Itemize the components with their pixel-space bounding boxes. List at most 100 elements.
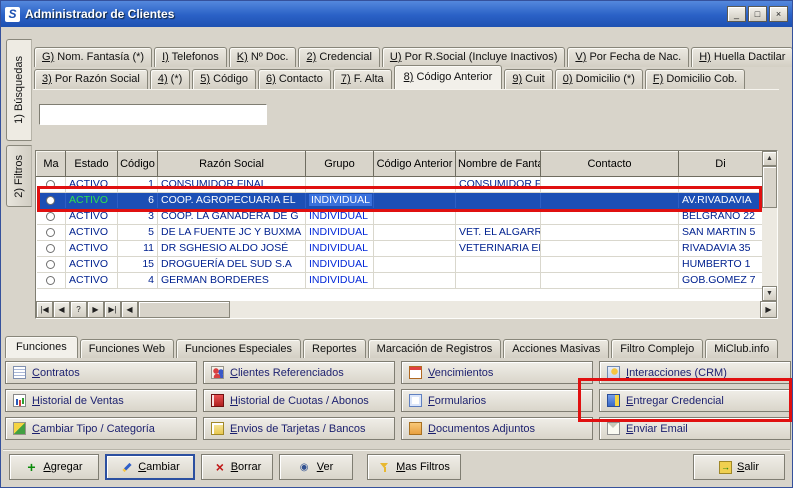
grupo-value: INDIVIDUAL bbox=[309, 194, 372, 206]
row-radio[interactable] bbox=[46, 196, 55, 205]
function-button[interactable]: Historial de Cuotas / Abonos bbox=[203, 389, 395, 412]
horizontal-scroll-thumb[interactable] bbox=[138, 301, 230, 318]
function-tab[interactable]: Funciones Especiales bbox=[176, 339, 301, 358]
sidebar-tab[interactable]: 2) Filtros bbox=[6, 145, 32, 207]
window-title: Administrador de Clientes bbox=[25, 7, 725, 21]
search-tab[interactable]: 7) F. Alta bbox=[333, 69, 392, 89]
vertical-scroll-track[interactable] bbox=[762, 208, 777, 286]
function-tab[interactable]: Marcación de Registros bbox=[368, 339, 502, 358]
function-tab[interactable]: Funciones bbox=[5, 336, 78, 358]
function-tab[interactable]: Funciones Web bbox=[80, 339, 174, 358]
action-button[interactable]: Agregar bbox=[9, 454, 99, 480]
function-tab[interactable]: Reportes bbox=[303, 339, 366, 358]
grupo-value: INDIVIDUAL bbox=[309, 258, 368, 270]
search-tab[interactable]: 3) Por Razón Social bbox=[34, 69, 148, 89]
action-button[interactable]: Cambiar bbox=[105, 454, 195, 480]
minimize-button[interactable]: _ bbox=[727, 6, 746, 22]
cell-codigo: 11 bbox=[118, 241, 158, 257]
column-header[interactable]: Código bbox=[118, 152, 158, 177]
cell-estado: ACTIVO bbox=[66, 177, 118, 193]
row-radio[interactable] bbox=[46, 260, 55, 269]
navigator-button[interactable]: ◀ bbox=[53, 301, 70, 318]
search-tab[interactable]: K) Nº Doc. bbox=[229, 47, 297, 67]
table-row[interactable]: ACTIVO 3 COOP. LA GANADERA DE G INDIVIDU… bbox=[37, 209, 763, 225]
action-button[interactable]: Salir bbox=[693, 454, 785, 480]
column-header[interactable]: Ma bbox=[37, 152, 66, 177]
function-button[interactable]: Vencimientos bbox=[401, 361, 593, 384]
column-header[interactable]: Estado bbox=[66, 152, 118, 177]
action-button[interactable]: Borrar bbox=[201, 454, 273, 480]
scroll-right-icon[interactable]: ▶ bbox=[760, 301, 777, 318]
cell-razon-social: DE LA FUENTE JC Y BUXMA bbox=[158, 225, 306, 241]
search-tab[interactable]: I) Telefonos bbox=[154, 47, 227, 67]
function-button-label: Documentos Adjuntos bbox=[428, 423, 535, 435]
row-radio[interactable] bbox=[46, 244, 55, 253]
horizontal-scrollbar[interactable]: ◀ ▶ bbox=[121, 301, 777, 318]
search-tab[interactable]: 9) Cuit bbox=[504, 69, 552, 89]
function-button-label: Vencimientos bbox=[428, 367, 493, 379]
scroll-up-icon[interactable]: ▲ bbox=[762, 151, 777, 166]
sidebar-tab[interactable]: 1) Búsquedas bbox=[6, 39, 32, 141]
search-tab[interactable]: G) Nom. Fantasía (*) bbox=[34, 47, 152, 67]
separator-line bbox=[3, 449, 790, 451]
function-tab[interactable]: Acciones Masivas bbox=[503, 339, 609, 358]
navigator-button[interactable]: ▶| bbox=[104, 301, 121, 318]
column-header[interactable]: Grupo bbox=[306, 152, 374, 177]
search-tab[interactable]: 0) Domicilio (*) bbox=[555, 69, 643, 89]
navigator-button[interactable]: ? bbox=[70, 301, 87, 318]
row-radio[interactable] bbox=[46, 180, 55, 189]
app-window: S Administrador de Clientes _ □ × 1) Bús… bbox=[0, 0, 793, 488]
function-button[interactable]: Cambiar Tipo / Categoría bbox=[5, 417, 197, 440]
function-button[interactable]: Documentos Adjuntos bbox=[401, 417, 593, 440]
scroll-down-icon[interactable]: ▼ bbox=[762, 286, 777, 301]
navigator-button[interactable]: |◀ bbox=[36, 301, 53, 318]
function-tab[interactable]: Filtro Complejo bbox=[611, 339, 703, 358]
table-row[interactable]: ACTIVO 5 DE LA FUENTE JC Y BUXMA INDIVID… bbox=[37, 225, 763, 241]
search-tab[interactable]: 2) Credencial bbox=[298, 47, 379, 67]
function-button[interactable]: Envios de Tarjetas / Bancos bbox=[203, 417, 395, 440]
function-tab[interactable]: MiClub.info bbox=[705, 339, 778, 358]
search-tab[interactable]: 8) Código Anterior bbox=[394, 65, 503, 89]
action-button[interactable]: Ver bbox=[279, 454, 353, 480]
function-button[interactable]: Formularios bbox=[401, 389, 593, 412]
function-button[interactable]: Contratos bbox=[5, 361, 197, 384]
navigator-button[interactable]: ▶ bbox=[87, 301, 104, 318]
column-header[interactable]: Nombre de Fantasí bbox=[456, 152, 541, 177]
function-button[interactable]: Historial de Ventas bbox=[5, 389, 197, 412]
search-tab[interactable]: F) Domicilio Cob. bbox=[645, 69, 745, 89]
action-button-label: Ver bbox=[317, 461, 334, 473]
function-button-label: Enviar Email bbox=[626, 423, 688, 435]
cell-direccion: RIVADAVIA 35 bbox=[679, 241, 763, 257]
horizontal-scroll-track[interactable] bbox=[230, 301, 760, 318]
search-tab[interactable]: V) Por Fecha de Nac. bbox=[567, 47, 689, 67]
table-row[interactable]: ACTIVO 6 COOP. AGROPECUARIA EL INDIVIDUA… bbox=[37, 193, 763, 209]
row-radio[interactable] bbox=[46, 212, 55, 221]
column-header[interactable]: Contacto bbox=[541, 152, 679, 177]
close-button[interactable]: × bbox=[769, 6, 788, 22]
scroll-left-icon[interactable]: ◀ bbox=[121, 301, 138, 318]
search-tab[interactable]: 4) (*) bbox=[150, 69, 190, 89]
row-radio[interactable] bbox=[46, 228, 55, 237]
restore-button[interactable]: □ bbox=[748, 6, 767, 22]
function-button[interactable]: Entregar Credencial bbox=[599, 389, 791, 412]
search-tab[interactable]: 6) Contacto bbox=[258, 69, 331, 89]
search-input[interactable] bbox=[39, 104, 267, 125]
table-row[interactable]: ACTIVO 11 DR SGHESIO ALDO JOSÉ INDIVIDUA… bbox=[37, 241, 763, 257]
function-button[interactable]: Enviar Email bbox=[599, 417, 791, 440]
function-button[interactable]: Interacciones (CRM) bbox=[599, 361, 791, 384]
vertical-scroll-thumb[interactable] bbox=[762, 166, 777, 208]
row-radio[interactable] bbox=[46, 276, 55, 285]
vertical-scrollbar[interactable]: ▲ ▼ bbox=[762, 151, 777, 301]
search-tab[interactable]: U) Por R.Social (Incluye Inactivos) bbox=[382, 47, 566, 67]
column-header[interactable]: Di bbox=[679, 152, 763, 177]
function-button[interactable]: Clientes Referenciados bbox=[203, 361, 395, 384]
search-tab[interactable]: 5) Código bbox=[192, 69, 256, 89]
column-header[interactable]: Razón Social bbox=[158, 152, 306, 177]
search-tab[interactable]: H) Huella Dactilar bbox=[691, 47, 793, 67]
column-header[interactable]: Código Anterior bbox=[374, 152, 456, 177]
action-button[interactable]: Mas Filtros bbox=[367, 454, 461, 480]
table-row[interactable]: ACTIVO 15 DROGUERÍA DEL SUD S.A INDIVIDU… bbox=[37, 257, 763, 273]
table-row[interactable]: ACTIVO 4 GERMAN BORDERES INDIVIDUAL GOB.… bbox=[37, 273, 763, 289]
table-row[interactable]: ACTIVO 1 CONSUMIDOR FINAL CONSUMIDOR FIN bbox=[37, 177, 763, 193]
action-button-label: Salir bbox=[737, 461, 759, 473]
